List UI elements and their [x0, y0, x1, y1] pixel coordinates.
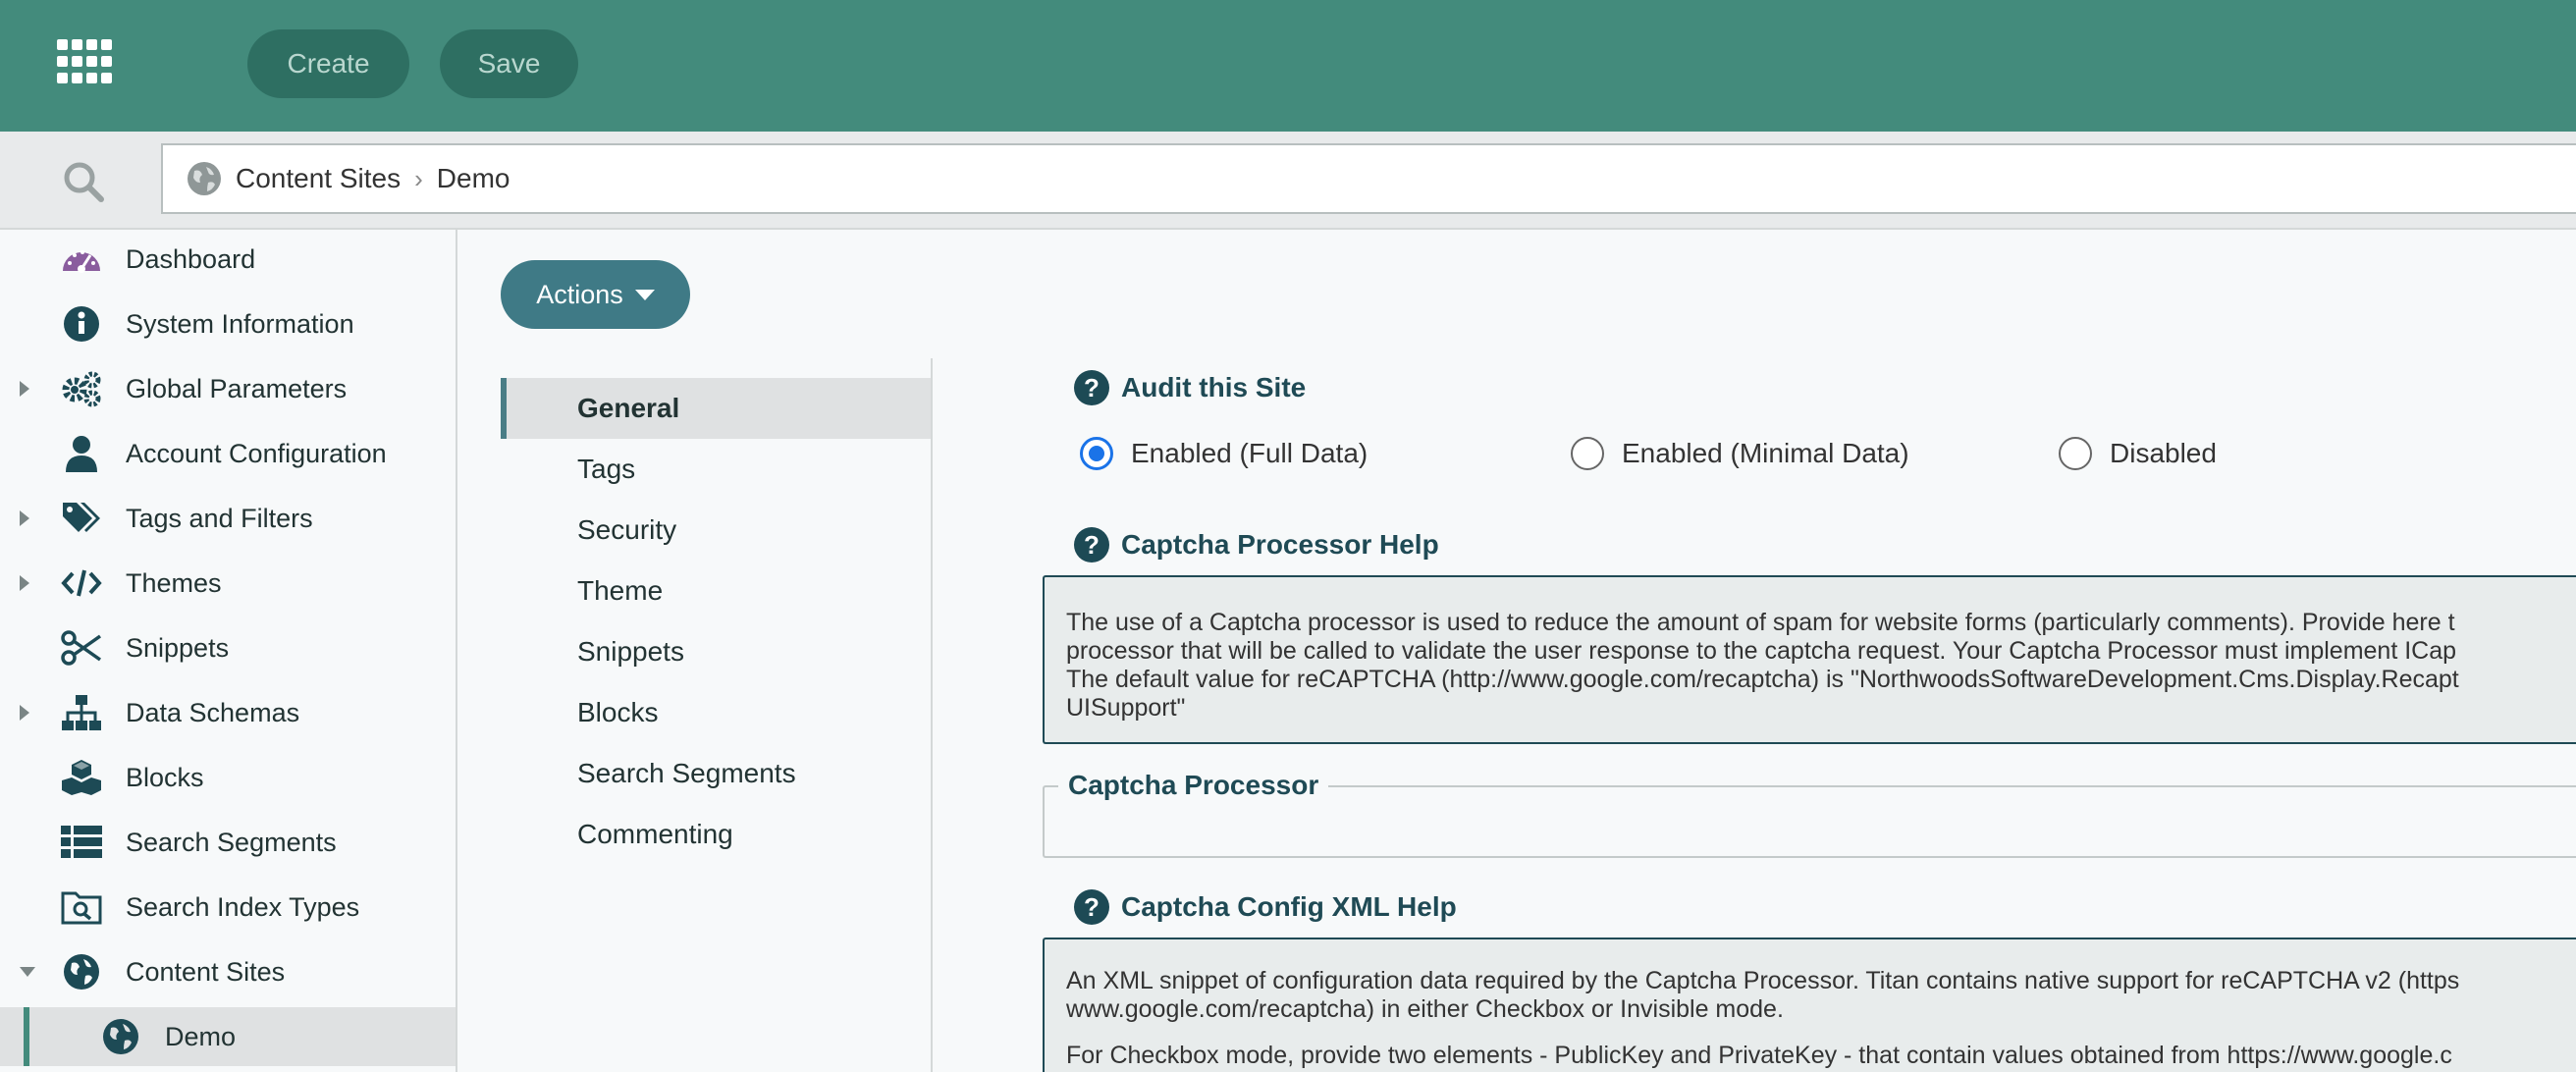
sidebar: Dashboard System Information Global Para…: [0, 230, 457, 1072]
help-icon[interactable]: ?: [1074, 370, 1109, 405]
sidebar-item-label: Global Parameters: [126, 373, 348, 403]
sidebar-item-search-index-types[interactable]: Search Index Types: [0, 878, 456, 937]
audit-radio-group: Enabled (Full Data) Enabled (Minimal Dat…: [1080, 437, 2576, 476]
audit-field-title: ? Audit this Site: [1074, 370, 1306, 405]
help-text-line: The use of a Captcha processor is used t…: [1066, 609, 2455, 636]
general-settings-form: ? Audit this Site Enabled (Full Data) En…: [1043, 358, 2576, 1072]
captcha-help-title-text: Captcha Processor Help: [1121, 529, 1439, 560]
sidebar-item-tags-and-filters[interactable]: Tags and Filters: [0, 489, 456, 548]
audit-title: Audit this Site: [1121, 372, 1307, 402]
help-icon[interactable]: ?: [1074, 889, 1109, 925]
sidebar-item-snippets[interactable]: Snippets: [0, 618, 456, 677]
tab-security[interactable]: Security: [501, 500, 931, 561]
tab-general[interactable]: General: [501, 378, 931, 439]
actions-label: Actions: [536, 279, 623, 309]
radio-enabled-minimal[interactable]: Enabled (Minimal Data): [1571, 437, 1909, 470]
radio-unselected-icon[interactable]: [1571, 437, 1604, 470]
sidebar-item-label: Tags and Filters: [126, 503, 313, 533]
tab-blocks[interactable]: Blocks: [501, 682, 931, 743]
caret-right-icon[interactable]: [20, 510, 29, 526]
globe-icon: [100, 1016, 141, 1057]
captcha-processor-field[interactable]: Captcha Processor: [1043, 770, 2576, 858]
tab-tags[interactable]: Tags: [501, 439, 931, 500]
sidebar-item-label: Content Sites: [126, 956, 286, 987]
tab-theme[interactable]: Theme: [501, 561, 931, 621]
help-text-line: www.google.com/recaptcha) in either Chec…: [1066, 995, 1784, 1023]
sidebar-item-label: Blocks: [126, 762, 204, 792]
sidebar-item-label: Demo: [165, 1021, 237, 1051]
sidebar-item-themes[interactable]: Themes: [0, 554, 456, 613]
tab-commenting[interactable]: Commenting: [501, 804, 931, 865]
help-text-line: UISupport": [1066, 694, 1186, 722]
sidebar-item-label: Dashboard: [126, 243, 256, 274]
list-icon: [61, 822, 102, 863]
radio-label: Enabled (Full Data): [1131, 438, 1368, 468]
breadcrumb-item-demo[interactable]: Demo: [437, 163, 510, 194]
chevron-right-icon: ›: [414, 163, 423, 193]
tab-search-segments[interactable]: Search Segments: [501, 743, 931, 804]
caret-right-icon[interactable]: [20, 381, 29, 397]
sidebar-item-demo[interactable]: Demo: [0, 1007, 456, 1066]
radio-label: Enabled (Minimal Data): [1622, 438, 1909, 468]
sidebar-item-label: Account Configuration: [126, 438, 387, 468]
code-icon: [61, 563, 102, 604]
settings-tabs: General Tags Security Theme Snippets Blo…: [501, 358, 933, 1072]
dashboard-gauge-icon: [61, 239, 102, 280]
sitemap-icon: [61, 692, 102, 733]
top-toolbar: Create Save: [0, 0, 2576, 132]
search-bar: Content Sites › Demo: [0, 132, 2576, 230]
sidebar-item-data-schemas[interactable]: Data Schemas: [0, 683, 456, 742]
sidebar-item-label: System Information: [126, 308, 354, 339]
radio-enabled-full[interactable]: Enabled (Full Data): [1080, 437, 1368, 470]
sidebar-item-search-segments[interactable]: Search Segments: [0, 813, 456, 872]
sidebar-item-account-configuration[interactable]: Account Configuration: [0, 424, 456, 483]
sidebar-item-system-information[interactable]: System Information: [0, 295, 456, 353]
radio-label: Disabled: [2110, 438, 2217, 468]
gears-icon: [61, 368, 102, 409]
caret-right-icon[interactable]: [20, 705, 29, 721]
sidebar-item-label: Search Segments: [126, 827, 337, 857]
sidebar-item-label: Themes: [126, 567, 222, 598]
help-text-line: processor that will be called to validat…: [1066, 637, 2457, 665]
config-help-title-text: Captcha Config XML Help: [1121, 891, 1457, 922]
sidebar-item-content-sites[interactable]: Content Sites: [0, 942, 456, 1001]
folder-search-icon: [61, 886, 102, 928]
user-icon: [61, 433, 102, 474]
tags-icon: [61, 498, 102, 539]
help-text-line: An XML snippet of configuration data req…: [1066, 967, 2460, 994]
create-button[interactable]: Create: [247, 29, 409, 98]
config-help-title: ? Captcha Config XML Help: [1074, 889, 1457, 925]
caret-down-icon: [634, 289, 655, 300]
radio-unselected-icon[interactable]: [2059, 437, 2092, 470]
radio-disabled[interactable]: Disabled: [2059, 437, 2217, 470]
breadcrumb-item-content-sites[interactable]: Content Sites: [236, 163, 401, 194]
sidebar-item-label: Snippets: [126, 632, 230, 663]
sidebar-item-label: Search Index Types: [126, 891, 360, 922]
help-text-line: For Checkbox mode, provide two elements …: [1066, 1042, 2452, 1069]
sidebar-item-blocks[interactable]: Blocks: [0, 748, 456, 807]
info-circle-icon: [61, 303, 102, 345]
search-icon[interactable]: [61, 159, 106, 204]
caret-down-icon[interactable]: [20, 967, 35, 977]
cubes-icon: [61, 757, 102, 798]
save-button[interactable]: Save: [440, 29, 578, 98]
sidebar-item-global-parameters[interactable]: Global Parameters: [0, 359, 456, 418]
caret-right-icon[interactable]: [20, 575, 29, 591]
radio-selected-icon[interactable]: [1080, 437, 1113, 470]
tab-snippets[interactable]: Snippets: [501, 621, 931, 682]
captcha-help-box: The use of a Captcha processor is used t…: [1043, 575, 2576, 744]
help-text-line: The default value for reCAPTCHA (http://…: [1066, 666, 2459, 693]
scissors-icon: [61, 627, 102, 669]
actions-dropdown-button[interactable]: Actions: [501, 260, 690, 329]
sidebar-item-label: Data Schemas: [126, 697, 300, 727]
captcha-processor-label: Captcha Processor: [1058, 770, 1329, 801]
config-help-box: An XML snippet of configuration data req…: [1043, 938, 2576, 1072]
globe-icon: [61, 951, 102, 992]
captcha-help-title: ? Captcha Processor Help: [1074, 527, 1439, 563]
grid-apps-icon[interactable]: [57, 39, 114, 84]
breadcrumb: Content Sites › Demo: [161, 143, 2576, 214]
sidebar-item-dashboard[interactable]: Dashboard: [0, 230, 456, 289]
globe-icon: [188, 162, 221, 195]
help-icon[interactable]: ?: [1074, 527, 1109, 563]
